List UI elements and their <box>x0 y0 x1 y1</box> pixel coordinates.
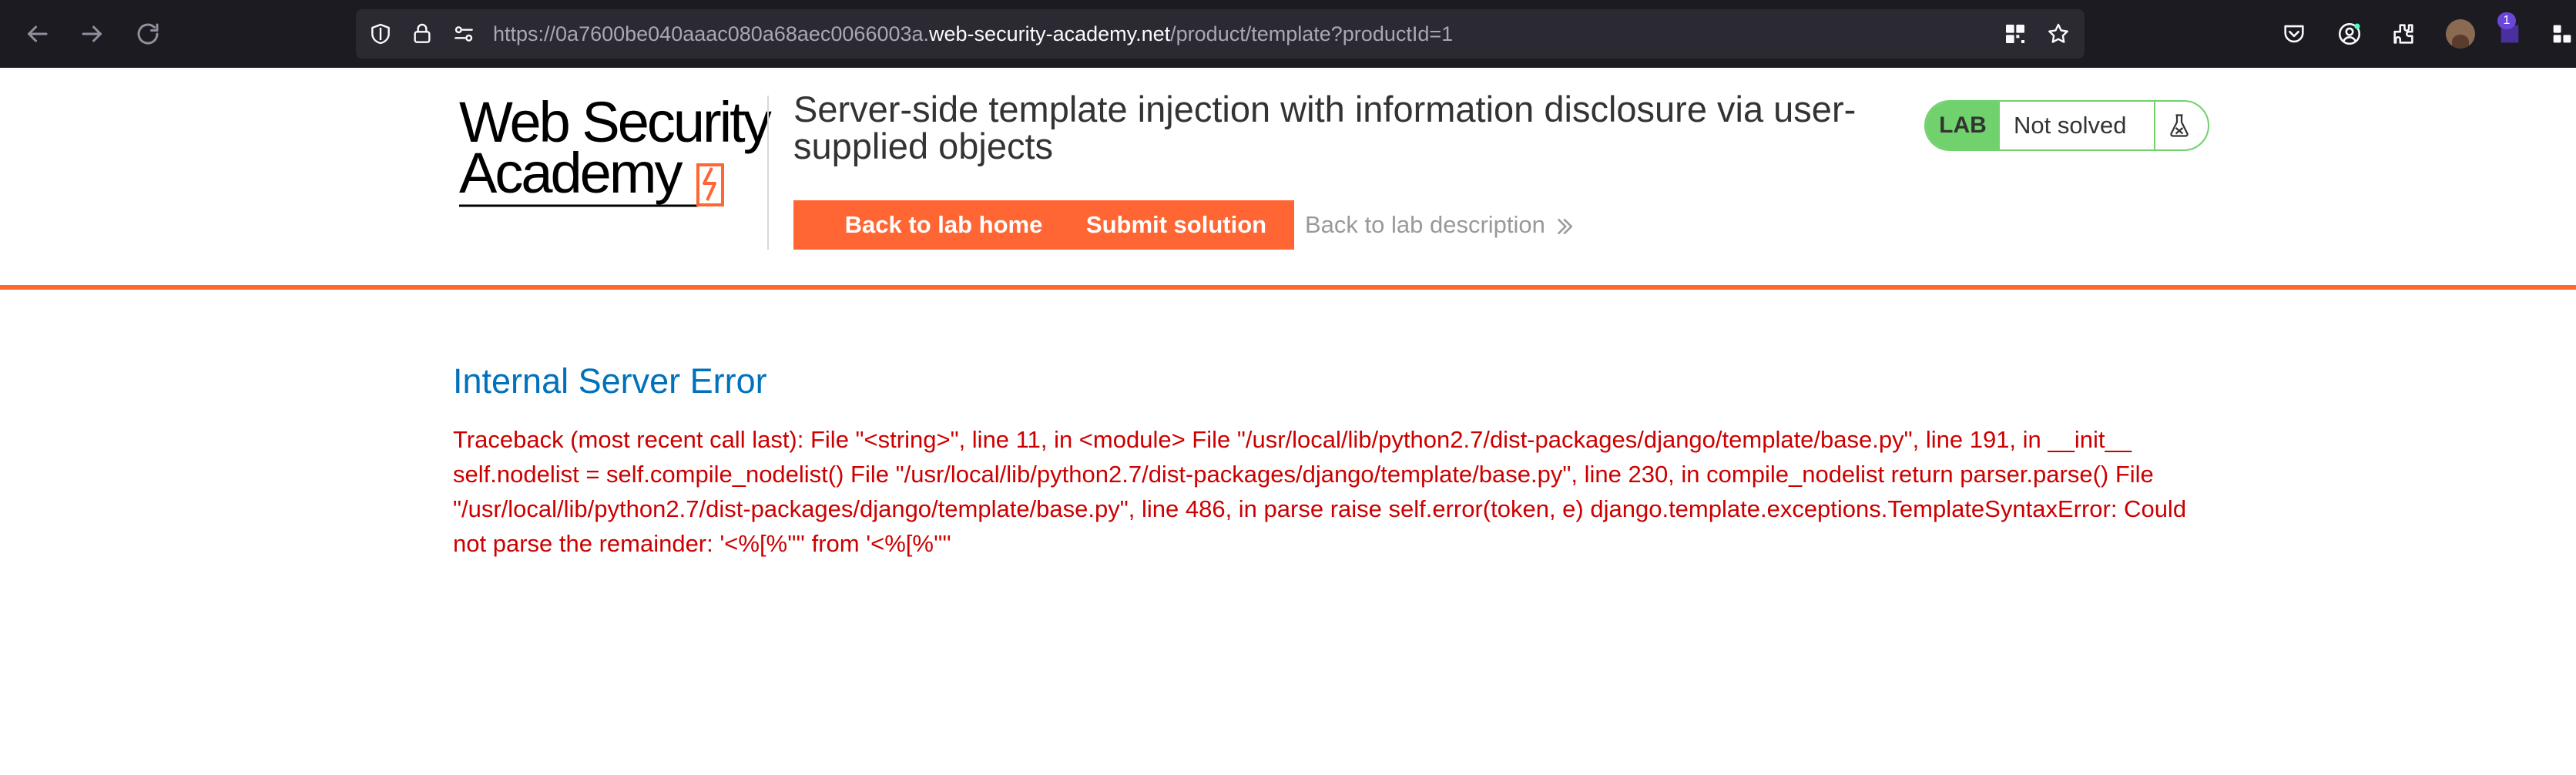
submit-solution-button[interactable]: Submit solution <box>1058 200 1294 250</box>
lab-status-separator <box>2154 102 2155 149</box>
reload-icon[interactable] <box>131 17 165 51</box>
url-domain: web-security-academy.net <box>929 22 1171 45</box>
account-icon[interactable] <box>2334 18 2365 49</box>
lab-status-text: Not solved <box>2014 112 2127 139</box>
site-permissions-icon[interactable] <box>450 20 478 48</box>
back-to-lab-description-label: Back to lab description <box>1305 211 1545 238</box>
double-chevron-right-icon <box>1558 218 1572 234</box>
qr-code-icon[interactable] <box>2001 20 2029 48</box>
header-divider <box>767 96 769 250</box>
bookmark-star-icon[interactable] <box>2044 20 2072 48</box>
pocket-icon[interactable] <box>2279 18 2309 49</box>
url-prefix: https://0a7600be040aaac080a68aec0066003a… <box>493 22 930 45</box>
profile-avatar[interactable] <box>2446 19 2475 49</box>
extensions-icon[interactable] <box>2388 18 2419 49</box>
flask-icon <box>2160 108 2199 143</box>
more-icon[interactable] <box>2547 18 2576 49</box>
shield-icon[interactable] <box>367 20 394 48</box>
browser-toolbar: https://0a7600be040aaac080a68aec0066003a… <box>0 0 2576 68</box>
logo-lightning-icon <box>459 163 724 207</box>
error-title: Internal Server Error <box>453 361 767 401</box>
url-text[interactable]: https://0a7600be040aaac080a68aec0066003a… <box>493 9 1453 59</box>
lab-badge: LAB <box>1926 102 2000 149</box>
forward-arrow-icon[interactable] <box>75 17 109 51</box>
web-security-academy-logo[interactable]: Web Security Academy <box>453 94 772 210</box>
back-arrow-icon[interactable] <box>20 17 54 51</box>
back-to-lab-description-link[interactable]: Back to lab description <box>1305 206 1576 243</box>
url-path: /product/template?productId=1 <box>1170 22 1454 45</box>
lab-status-widget: LAB Not solved <box>1924 100 2209 151</box>
error-traceback: Traceback (most recent call last): File … <box>453 426 2187 557</box>
lock-icon[interactable] <box>408 20 436 48</box>
back-to-lab-home-button[interactable]: Back to lab home <box>793 200 1094 250</box>
header-orange-rule <box>0 285 2576 290</box>
extension-badge-count: 1 <box>2497 12 2516 29</box>
page: https://0a7600be040aaac080a68aec0066003a… <box>0 0 2576 775</box>
address-bar[interactable]: https://0a7600be040aaac080a68aec0066003a… <box>356 9 2085 59</box>
lab-title: Server-side template injection with info… <box>793 89 1857 166</box>
